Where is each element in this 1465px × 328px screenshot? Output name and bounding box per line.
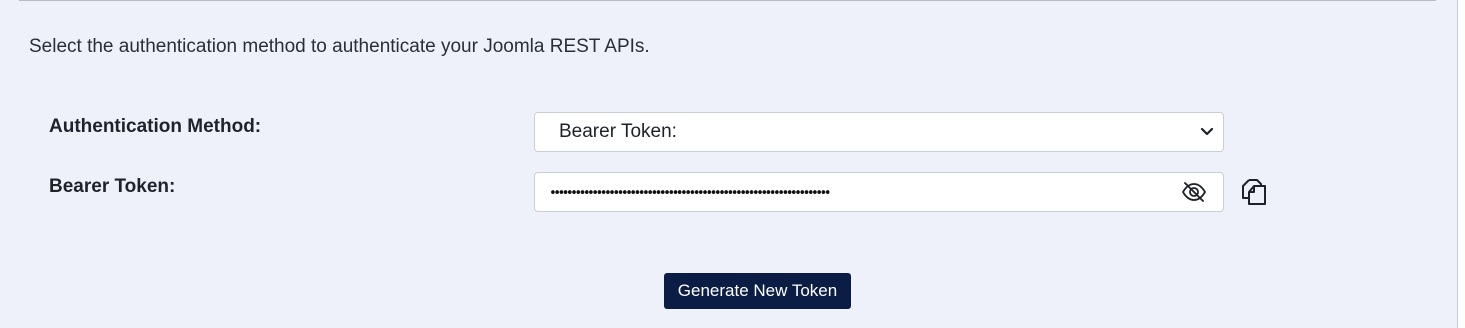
scrollbar-edge	[1457, 0, 1465, 328]
auth-method-select[interactable]: Bearer Token:	[534, 112, 1224, 152]
eye-off-icon[interactable]	[1179, 177, 1209, 207]
bearer-token-field[interactable]: ••••••••••••••••••••••••••••••••••••••••…	[534, 172, 1224, 212]
auth-method-selected-value: Bearer Token:	[559, 121, 677, 142]
copy-icon[interactable]	[1238, 176, 1270, 208]
chevron-down-icon	[1195, 120, 1219, 144]
generate-new-token-button[interactable]: Generate New Token	[664, 273, 851, 309]
auth-method-label: Authentication Method:	[49, 116, 262, 137]
bearer-token-label: Bearer Token:	[49, 176, 176, 197]
bearer-token-masked-value: ••••••••••••••••••••••••••••••••••••••••…	[549, 185, 832, 201]
intro-text: Select the authentication method to auth…	[29, 36, 650, 57]
top-divider	[19, 0, 1436, 1]
